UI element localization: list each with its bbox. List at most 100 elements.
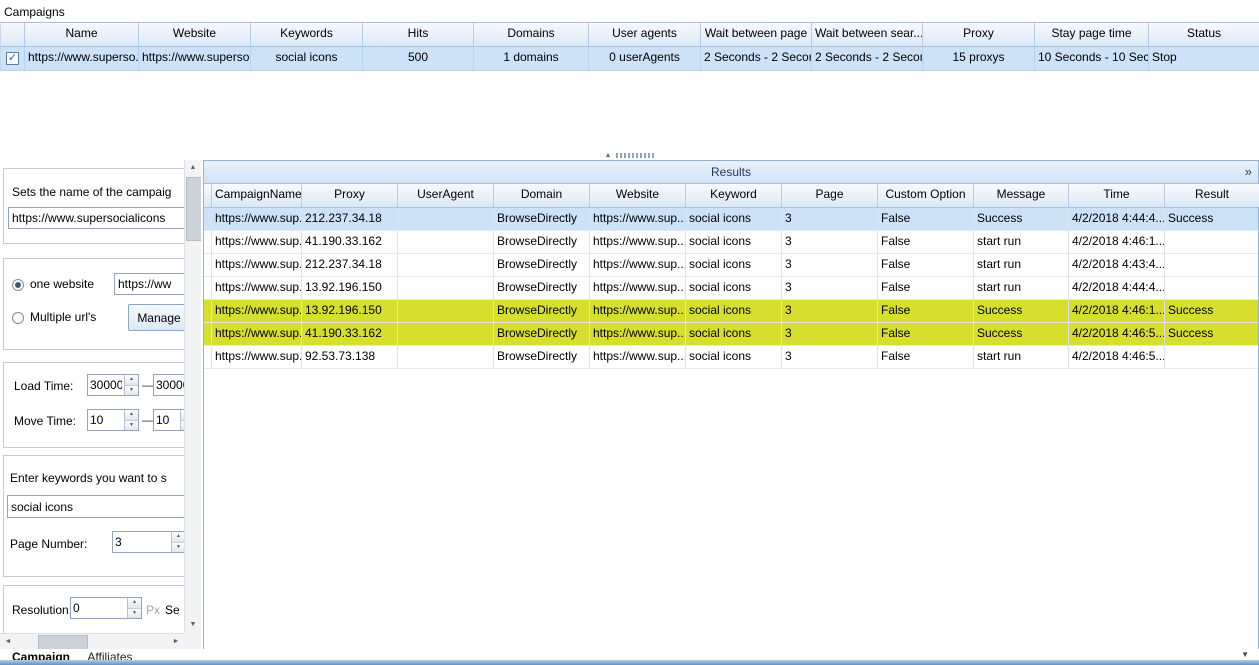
results-cell[interactable]: [398, 300, 494, 322]
spin-up-icon[interactable]: ▲: [125, 410, 138, 421]
campaign-cell[interactable]: 15 proxys: [923, 47, 1035, 70]
campaign-cell[interactable]: https://www.superso...: [25, 47, 139, 70]
results-cell[interactable]: [398, 323, 494, 345]
spin-up-icon[interactable]: ▲: [125, 375, 138, 386]
results-cell[interactable]: BrowseDirectly: [494, 231, 590, 253]
results-cell[interactable]: [1165, 277, 1259, 299]
results-cell[interactable]: social icons: [686, 231, 782, 253]
results-row[interactable]: https://www.sup...41.190.33.162BrowseDir…: [204, 231, 1258, 254]
campaign-name-input[interactable]: [8, 207, 190, 229]
results-cell[interactable]: Success: [974, 208, 1069, 230]
results-row[interactable]: https://www.sup...92.53.73.138BrowseDire…: [204, 346, 1258, 369]
results-cell[interactable]: https://www.sup...: [590, 231, 686, 253]
spin-down-icon[interactable]: ▼: [125, 386, 138, 396]
campaign-cell[interactable]: 1 domains: [474, 47, 589, 70]
results-cell[interactable]: https://www.sup...: [212, 323, 302, 345]
results-cell[interactable]: False: [878, 208, 974, 230]
results-cell[interactable]: social icons: [686, 323, 782, 345]
spin-down-icon[interactable]: ▼: [128, 609, 141, 619]
results-cell[interactable]: 212.237.34.18: [302, 208, 398, 230]
results-row-header-cell[interactable]: [204, 300, 212, 322]
results-cell[interactable]: 3: [782, 277, 878, 299]
campaign-cell[interactable]: https://www.superso...: [139, 47, 251, 70]
results-row[interactable]: https://www.sup...212.237.34.18BrowseDir…: [204, 254, 1258, 277]
results-cell[interactable]: 41.190.33.162: [302, 231, 398, 253]
results-cell[interactable]: [1165, 254, 1259, 276]
campaign-cell[interactable]: 2 Seconds - 2 Secon...: [701, 47, 812, 70]
campaign-cell[interactable]: Stop: [1149, 47, 1259, 70]
results-cell[interactable]: [398, 208, 494, 230]
spin-up-icon[interactable]: ▲: [128, 598, 141, 609]
results-cell[interactable]: 3: [782, 254, 878, 276]
results-cell[interactable]: 92.53.73.138: [302, 346, 398, 368]
results-cell[interactable]: [398, 277, 494, 299]
results-column-header[interactable]: Time: [1069, 184, 1165, 207]
results-column-header[interactable]: CampaignName: [212, 184, 302, 207]
results-cell[interactable]: https://www.sup...: [212, 254, 302, 276]
results-cell[interactable]: 4/2/2018 4:44:4...: [1069, 277, 1165, 299]
campaigns-column-header[interactable]: User agents: [589, 23, 701, 46]
spin-down-icon[interactable]: ▼: [125, 421, 138, 431]
results-column-header[interactable]: Custom Option: [878, 184, 974, 207]
results-cell[interactable]: False: [878, 346, 974, 368]
results-cell[interactable]: 3: [782, 323, 878, 345]
results-row-header-cell[interactable]: [204, 277, 212, 299]
load-time-min-input[interactable]: [88, 375, 124, 395]
campaigns-column-header[interactable]: Stay page time: [1035, 23, 1149, 46]
campaign-cell[interactable]: 0 userAgents: [589, 47, 701, 70]
results-cell[interactable]: 3: [782, 346, 878, 368]
results-cell[interactable]: 13.92.196.150: [302, 277, 398, 299]
results-cell[interactable]: 4/2/2018 4:46:1...: [1069, 231, 1165, 253]
scroll-right-icon[interactable]: ►: [168, 634, 184, 650]
results-cell[interactable]: 3: [782, 231, 878, 253]
results-column-header[interactable]: Proxy: [302, 184, 398, 207]
results-cell[interactable]: [398, 254, 494, 276]
results-cell[interactable]: [398, 346, 494, 368]
move-time-min-stepper[interactable]: ▲ ▼: [87, 409, 139, 431]
results-cell[interactable]: [1165, 231, 1259, 253]
results-cell[interactable]: https://www.sup...: [212, 231, 302, 253]
campaign-cell[interactable]: 500: [363, 47, 474, 70]
results-cell[interactable]: social icons: [686, 277, 782, 299]
results-row[interactable]: https://www.sup...41.190.33.162BrowseDir…: [204, 323, 1258, 346]
results-row-header-cell[interactable]: [204, 254, 212, 276]
results-cell[interactable]: social icons: [686, 300, 782, 322]
campaigns-column-header[interactable]: Proxy: [923, 23, 1035, 46]
results-cell[interactable]: start run: [974, 231, 1069, 253]
results-cell[interactable]: 4/2/2018 4:46:5...: [1069, 323, 1165, 345]
results-column-header[interactable]: Message: [974, 184, 1069, 207]
results-cell[interactable]: 3: [782, 208, 878, 230]
scroll-down-icon[interactable]: ▼: [185, 617, 201, 633]
results-cell[interactable]: https://www.sup...: [590, 208, 686, 230]
results-cell[interactable]: social icons: [686, 346, 782, 368]
results-cell[interactable]: Success: [974, 300, 1069, 322]
results-cell[interactable]: False: [878, 254, 974, 276]
results-cell[interactable]: BrowseDirectly: [494, 300, 590, 322]
results-cell[interactable]: https://www.sup...: [590, 323, 686, 345]
collapse-panel-icon[interactable]: »: [1245, 161, 1252, 183]
results-cell[interactable]: 4/2/2018 4:46:5...: [1069, 346, 1165, 368]
settings-vertical-scrollbar[interactable]: ▲ ▼: [184, 160, 201, 633]
results-row[interactable]: https://www.sup...13.92.196.150BrowseDir…: [204, 277, 1258, 300]
results-cell[interactable]: https://www.sup...: [212, 208, 302, 230]
results-cell[interactable]: 3: [782, 300, 878, 322]
results-cell[interactable]: BrowseDirectly: [494, 254, 590, 276]
one-website-radio[interactable]: [12, 279, 24, 291]
results-column-header[interactable]: Keyword: [686, 184, 782, 207]
results-cell[interactable]: Success: [1165, 323, 1259, 345]
results-cell[interactable]: [398, 231, 494, 253]
campaigns-column-header[interactable]: Keywords: [251, 23, 363, 46]
results-cell[interactable]: start run: [974, 254, 1069, 276]
campaigns-column-header[interactable]: Hits: [363, 23, 474, 46]
scroll-left-icon[interactable]: ◄: [0, 634, 16, 650]
results-cell[interactable]: https://www.sup...: [212, 300, 302, 322]
campaigns-column-header[interactable]: Wait between sear...: [812, 23, 923, 46]
page-number-stepper[interactable]: ▲ ▼: [112, 531, 186, 553]
results-cell[interactable]: Success: [1165, 300, 1259, 322]
vertical-scroll-thumb[interactable]: [186, 177, 201, 241]
campaigns-column-header[interactable]: Website: [139, 23, 251, 46]
results-cell[interactable]: 41.190.33.162: [302, 323, 398, 345]
results-cell[interactable]: start run: [974, 346, 1069, 368]
results-cell[interactable]: 4/2/2018 4:43:4...: [1069, 254, 1165, 276]
load-time-min-stepper[interactable]: ▲ ▼: [87, 374, 139, 396]
